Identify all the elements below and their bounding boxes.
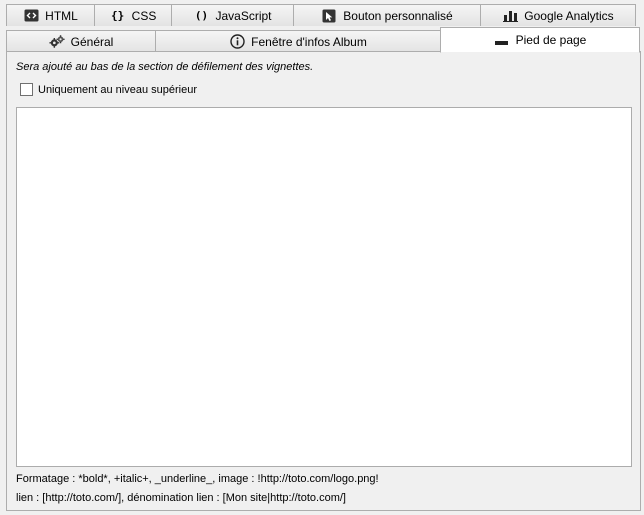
footer-text-area[interactable] [16, 107, 632, 467]
link-help: lien : [http://toto.com/], dénomination … [16, 492, 346, 504]
tab-javascript-label: JavaScript [215, 8, 272, 23]
cursor-icon [321, 9, 337, 23]
tab-footer-label: Pied de page [515, 33, 587, 47]
settings-window: HTML {} CSS () JavaScript Bouton personn… [0, 0, 644, 515]
tab-analytics-label: Google Analytics [524, 8, 614, 23]
panel-hint: Sera ajouté au bas de la section de défi… [16, 61, 314, 73]
tab-custom-button[interactable]: Bouton personnalisé [293, 4, 481, 26]
top-level-only-checkbox[interactable] [20, 83, 33, 96]
tab-css[interactable]: {} CSS [94, 4, 172, 26]
tab-album-info-label: Fenêtre d'infos Album [251, 34, 367, 49]
top-level-only-checkbox-row[interactable]: Uniquement au niveau supérieur [20, 83, 197, 96]
formatting-help: Formatage : *bold*, +italic+, _underline… [16, 473, 379, 485]
tab-css-label: CSS [131, 8, 157, 23]
braces-icon: {} [111, 9, 125, 22]
tab-custom-button-label: Bouton personnalisé [343, 8, 453, 23]
footer-panel: Sera ajouté au bas de la section de défi… [6, 51, 641, 511]
top-level-only-label: Uniquement au niveau supérieur [38, 83, 197, 96]
tab-footer[interactable]: Pied de page [440, 27, 640, 53]
tab-html-label: HTML [45, 8, 78, 23]
tab-javascript[interactable]: () JavaScript [171, 4, 294, 26]
tab-html[interactable]: HTML [6, 4, 95, 26]
tab-general[interactable]: Général [6, 30, 156, 52]
gears-icon [49, 35, 65, 49]
footer-bar-icon [494, 33, 510, 47]
tab-row-bottom: Général Fenêtre d'infos Album Pied de pa… [6, 26, 640, 53]
parentheses-icon: () [194, 9, 209, 22]
html-code-icon [23, 9, 39, 23]
tab-row-top: HTML {} CSS () JavaScript Bouton personn… [6, 4, 636, 26]
bar-chart-icon [502, 9, 518, 23]
tab-general-label: Général [70, 34, 114, 49]
tab-analytics[interactable]: Google Analytics [480, 4, 636, 26]
info-icon [229, 34, 245, 49]
tab-album-info[interactable]: Fenêtre d'infos Album [155, 30, 441, 52]
